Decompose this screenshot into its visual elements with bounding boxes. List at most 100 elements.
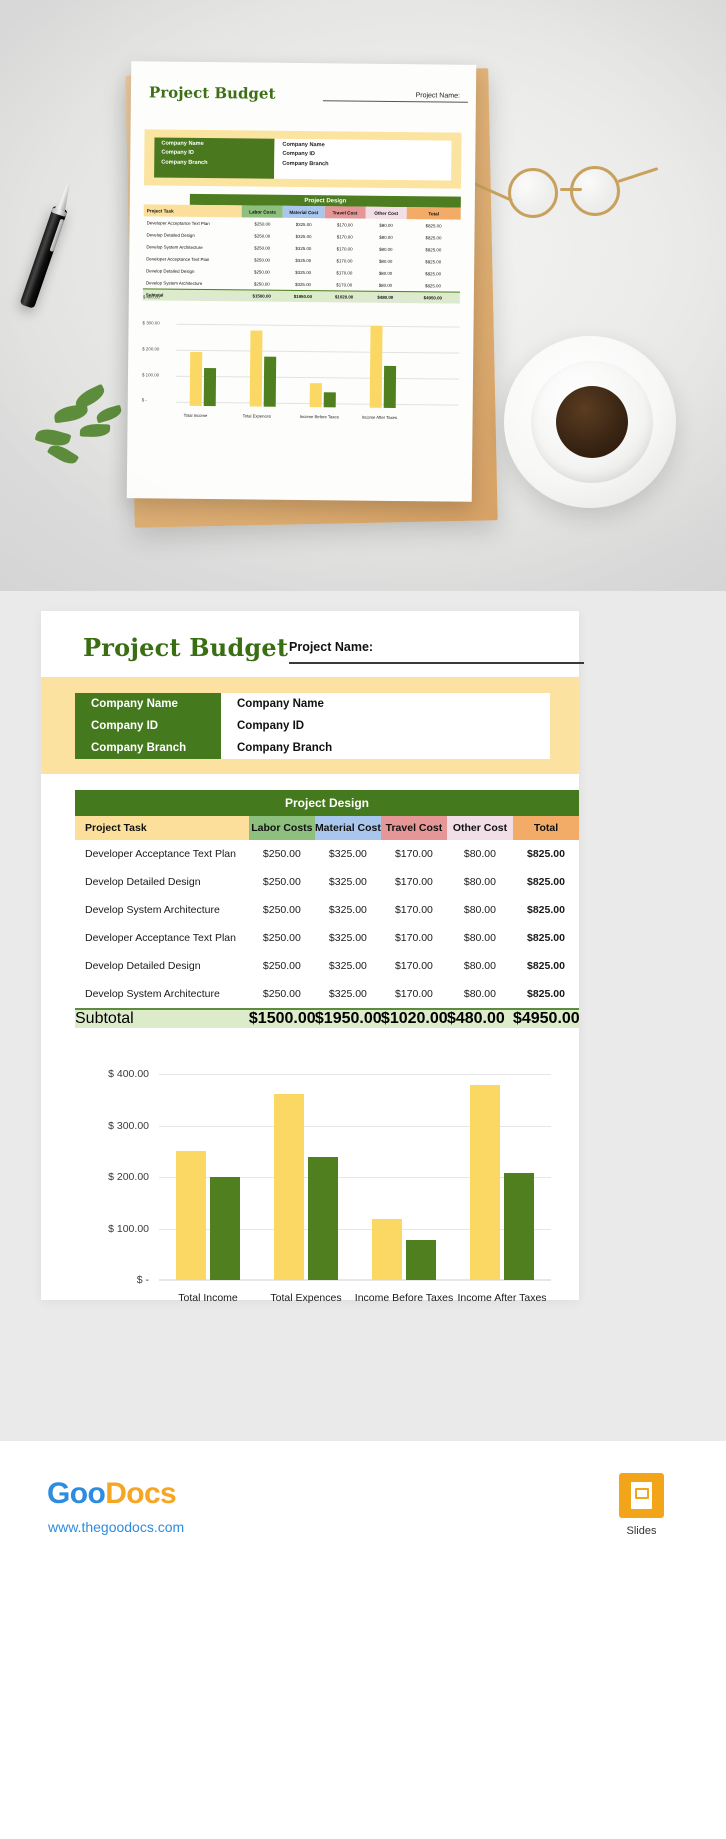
cell-other: $80.00 <box>463 848 496 860</box>
slides-label: Slides <box>626 1525 657 1537</box>
subtotal-total: $4950.00 <box>512 1008 580 1028</box>
cell-total: $825.00 <box>526 988 565 1000</box>
cell-task: Developer Acceptance Text Plan <box>85 848 236 860</box>
cell-travel: $170.00 <box>394 988 433 1000</box>
cell-other: $80.00 <box>463 904 496 916</box>
company-value-id[interactable]: Company ID <box>221 715 550 737</box>
cell-material: $325.00 <box>328 848 367 860</box>
chart-bar <box>308 1156 338 1280</box>
goodocs-logo[interactable]: GooDocs <box>47 1477 177 1511</box>
company-value-branch[interactable]: Company Branch <box>221 737 550 759</box>
table-row: Developer Acceptance Text Plan $250.00 $32… <box>75 840 579 868</box>
subtotal-row: Subtotal $1500.00 $1950.00 $1020.00 $480… <box>75 1008 580 1028</box>
page-title: Project Budget <box>83 633 289 662</box>
cell-labor: $250.00 <box>262 904 301 916</box>
chart-x-tick-label: Total Income <box>178 1292 238 1304</box>
chart-plot-area: $ - $ 100.00 $ 200.00 $ 300.00 $ 400.00 Total… <box>108 1064 551 1304</box>
th-other-cost[interactable]: Other Cost <box>446 816 513 840</box>
slides-icon[interactable] <box>619 1473 664 1518</box>
th-total[interactable]: Total <box>512 816 579 840</box>
company-label-branch: Company Branch <box>91 742 187 754</box>
subtotal-labor: $1500.00 <box>248 1008 316 1028</box>
chart-y-tick-label: $ - <box>136 1274 149 1286</box>
cell-travel: $170.00 <box>394 932 433 944</box>
cell-total: $825.00 <box>526 876 565 888</box>
chart-y-tick-label: $ 400.00 <box>108 1068 149 1081</box>
th-labor-costs[interactable]: Labor Costs <box>248 816 315 840</box>
chart-bar <box>210 1177 240 1280</box>
table-row: Develop System Architecture $250.00 $325.0… <box>75 980 579 1009</box>
th-travel-cost[interactable]: Travel Cost <box>380 816 447 840</box>
footer: GooDocs www.thegoodocs.com Slides <box>0 1441 726 1839</box>
cell-material: $325.00 <box>328 960 367 972</box>
budget-table-wrap: Project Design Project Task Labor Costs … <box>41 774 580 1028</box>
chart-x-tick-label: Total Expences <box>270 1292 342 1304</box>
cell-labor: $250.00 <box>262 848 301 860</box>
cell-labor: $250.00 <box>262 960 301 972</box>
table-section-title: Project Design <box>75 790 579 816</box>
logo-prefix: Goo <box>47 1477 106 1510</box>
slides-inner-shape <box>634 1488 649 1499</box>
cell-total: $825.00 <box>526 848 565 860</box>
table-row: Develop Detailed Design $250.00 $325.00 $17… <box>75 952 579 980</box>
chart-bar <box>504 1173 534 1280</box>
cell-material: $325.00 <box>328 876 367 888</box>
cell-total: $825.00 <box>526 904 565 916</box>
budget-table: Project Design Project Task Labor Costs … <box>75 790 580 1028</box>
chart-bar <box>274 1093 304 1280</box>
logo-suffix: Docs <box>105 1477 177 1510</box>
photo-vignette <box>0 0 726 591</box>
cell-travel: $170.00 <box>394 904 433 916</box>
cell-labor: $250.00 <box>262 988 301 1000</box>
cell-material: $325.00 <box>328 904 367 916</box>
cell-travel: $170.00 <box>394 876 433 888</box>
cell-other: $80.00 <box>463 988 496 1000</box>
cell-travel: $170.00 <box>394 848 433 860</box>
website-link[interactable]: www.thegoodocs.com <box>48 1519 184 1535</box>
chart-y-tick-label: $ 300.00 <box>108 1119 149 1132</box>
company-label-id: Company ID <box>91 720 159 732</box>
cell-task: Develop Detailed Design <box>85 960 201 972</box>
cell-other: $80.00 <box>463 876 496 888</box>
document-header: Project Budget Project Name: <box>41 611 584 677</box>
budget-bar-chart: $ - $ 100.00 $ 200.00 $ 300.00 $ 400.00 Total… <box>41 1054 579 1324</box>
photo-mockup: Project Budget Project Name: Company Nam… <box>0 0 726 591</box>
company-band: Company Name Company ID Company Branch C… <box>41 677 579 774</box>
chart-x-tick-label: Income After Taxes <box>457 1292 547 1304</box>
table-row: Develop System Architecture $250.00 $325.0… <box>75 896 579 924</box>
chart-bar <box>372 1219 402 1280</box>
table-section-header: Project Design <box>75 790 579 816</box>
chart-gridline <box>159 1074 551 1076</box>
cell-total: $825.00 <box>526 960 565 972</box>
cell-labor: $250.00 <box>262 932 301 944</box>
project-name-label: Project Name: <box>289 640 374 654</box>
cell-task: Develop Detailed Design <box>85 876 201 888</box>
cell-other: $80.00 <box>463 932 496 944</box>
subtotal-other: $480.00 <box>446 1008 513 1028</box>
cell-total: $825.00 <box>526 932 565 944</box>
chart-bar <box>406 1239 436 1280</box>
company-labels-block: Company Name Company ID Company Branch <box>75 693 221 759</box>
table-column-headers: Project Task Labor Costs Material Cost T… <box>75 816 579 840</box>
th-project-task[interactable]: Project Task <box>75 816 249 840</box>
chart-y-tick-label: $ 100.00 <box>108 1222 149 1235</box>
page-root: Project Budget Project Name: Company Nam… <box>0 0 726 1839</box>
document-card: Project Budget Project Name: Company Nam… <box>41 611 584 1304</box>
project-name-input[interactable] <box>289 662 584 664</box>
table-row: Develop Detailed Design $250.00 $325.00 $17… <box>75 868 579 896</box>
chart-gridline <box>159 1280 551 1281</box>
company-value-name[interactable]: Company Name <box>221 693 550 715</box>
table-footer: Subtotal $1500.00 $1950.00 $1020.00 $480… <box>75 1008 580 1028</box>
cell-material: $325.00 <box>328 932 367 944</box>
chart-bar <box>470 1084 500 1280</box>
table-row: Developer Acceptance Text Plan $250.00 $32… <box>75 924 579 952</box>
table-body: Developer Acceptance Text Plan $250.00 $32… <box>75 840 579 1009</box>
subtotal-label: Subtotal <box>75 1008 249 1028</box>
cell-labor: $250.00 <box>262 876 301 888</box>
company-values-block: Company Name Company ID Company Branch <box>221 693 550 759</box>
footer-gray-strip <box>0 1396 726 1441</box>
chart-bar <box>176 1151 206 1280</box>
company-label-name: Company Name <box>91 698 178 710</box>
cell-task: Developer Acceptance Text Plan <box>85 932 236 944</box>
th-material-cost[interactable]: Material Cost <box>314 816 381 840</box>
